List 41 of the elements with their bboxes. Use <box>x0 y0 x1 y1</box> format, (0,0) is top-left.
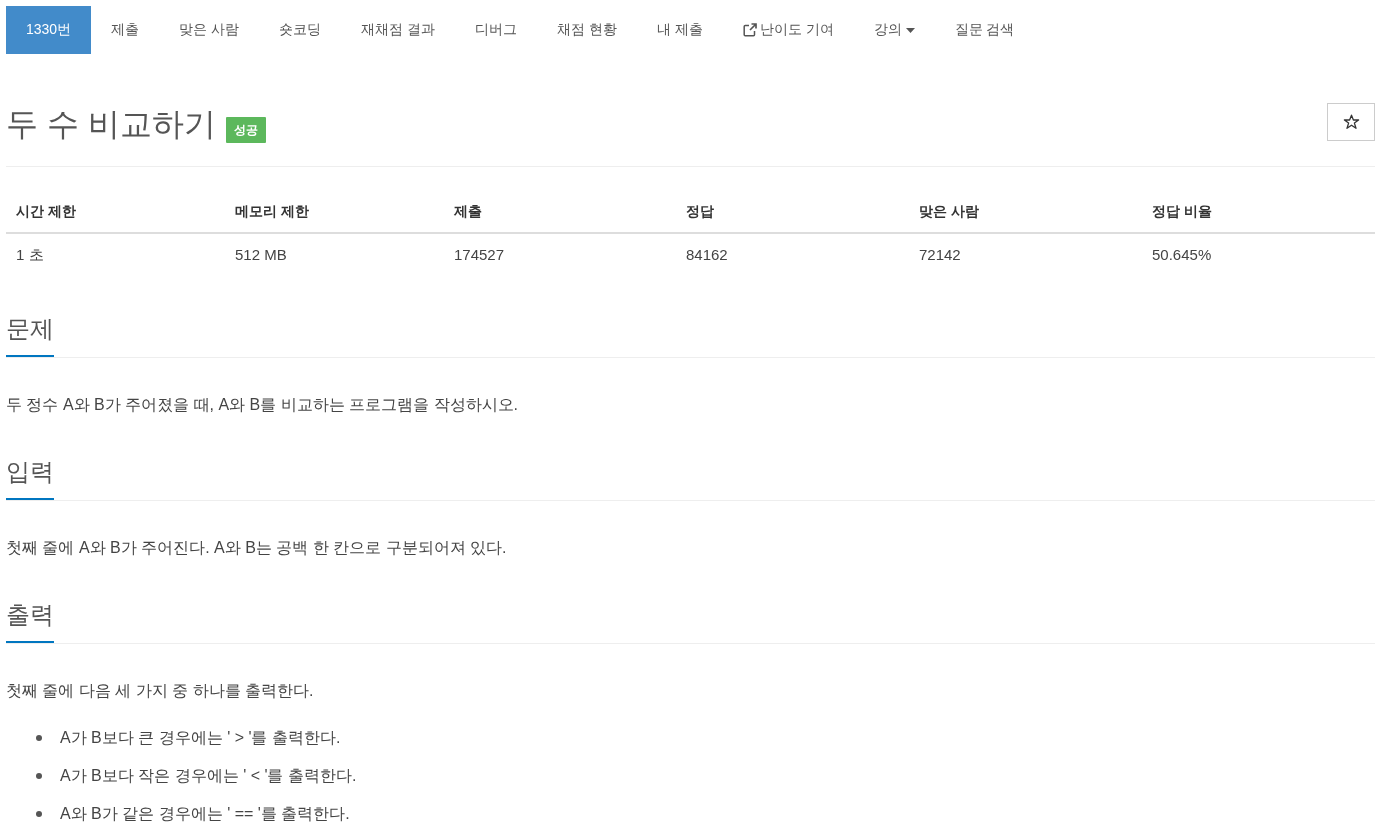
section-text: 첫째 줄에 A와 B가 주어진다. A와 B는 공백 한 칸으로 구분되어져 있다. <box>6 538 508 558</box>
bullet-icon <box>36 811 42 817</box>
table-cell-text: 72142 <box>918 245 962 265</box>
nav-tab[interactable]: 맞은 사람 <box>159 6 260 54</box>
table-cell-text: 174527 <box>453 245 506 265</box>
section-heading: 출력 <box>6 598 54 643</box>
table-cell-text: 1 초 <box>15 245 45 265</box>
table-header-cell: 메모리 제한 <box>225 191 444 234</box>
table-header-cell: 정답 비율 <box>1142 191 1375 234</box>
table-header-cell: 정답 <box>676 191 909 234</box>
nav-tab[interactable]: 재채점 결과 <box>341 6 455 54</box>
table-cell-text: 50.645% <box>1151 245 1213 265</box>
nav-tab[interactable]: 난이도 기여 <box>722 6 854 54</box>
external-link-icon <box>742 23 757 37</box>
star-icon <box>1342 114 1360 130</box>
list-item-text: A가 B보다 작은 경우에는 ' < '를 출력한다. <box>60 766 357 786</box>
section-text: 두 정수 A와 B가 주어졌을 때, A와 B를 비교하는 프로그램을 작성하시오. <box>6 395 520 415</box>
section-heading: 입력 <box>6 455 54 500</box>
nav-tab[interactable]: 질문 검색 <box>934 6 1035 54</box>
nav-tab[interactable]: 디버그 <box>454 6 537 54</box>
nav-tab[interactable]: 강의 <box>853 6 935 54</box>
result-badge: 성공 <box>225 117 266 143</box>
bullet-icon <box>36 735 42 741</box>
list-item-text: A와 B가 같은 경우에는 ' == '를 출력한다. <box>60 804 350 824</box>
table-header-cell: 시간 제한 <box>6 191 225 234</box>
problem-title: 두 수 비교하기 <box>6 105 216 144</box>
nav-tab[interactable]: 제출 <box>91 6 160 54</box>
nav-tab[interactable]: 채점 현황 <box>536 6 637 54</box>
star-button[interactable] <box>1327 103 1375 141</box>
table-header-cell: 맞은 사람 <box>909 191 1142 234</box>
section-heading: 문제 <box>6 312 54 357</box>
table-cell-text: 84162 <box>685 245 729 265</box>
bullet-icon <box>36 773 42 779</box>
nav-tab[interactable]: 1330번 <box>6 6 92 54</box>
table-cell-text: 512 MB <box>234 245 288 265</box>
list-item-text: A가 B보다 큰 경우에는 ' > '를 출력한다. <box>60 728 341 748</box>
nav-tab[interactable]: 내 제출 <box>636 6 723 54</box>
section-text: 첫째 줄에 다음 세 가지 중 하나를 출력한다. <box>6 681 315 701</box>
nav-tab[interactable]: 숏코딩 <box>259 6 342 54</box>
caret-icon <box>905 27 915 33</box>
table-header-cell: 제출 <box>444 191 676 234</box>
